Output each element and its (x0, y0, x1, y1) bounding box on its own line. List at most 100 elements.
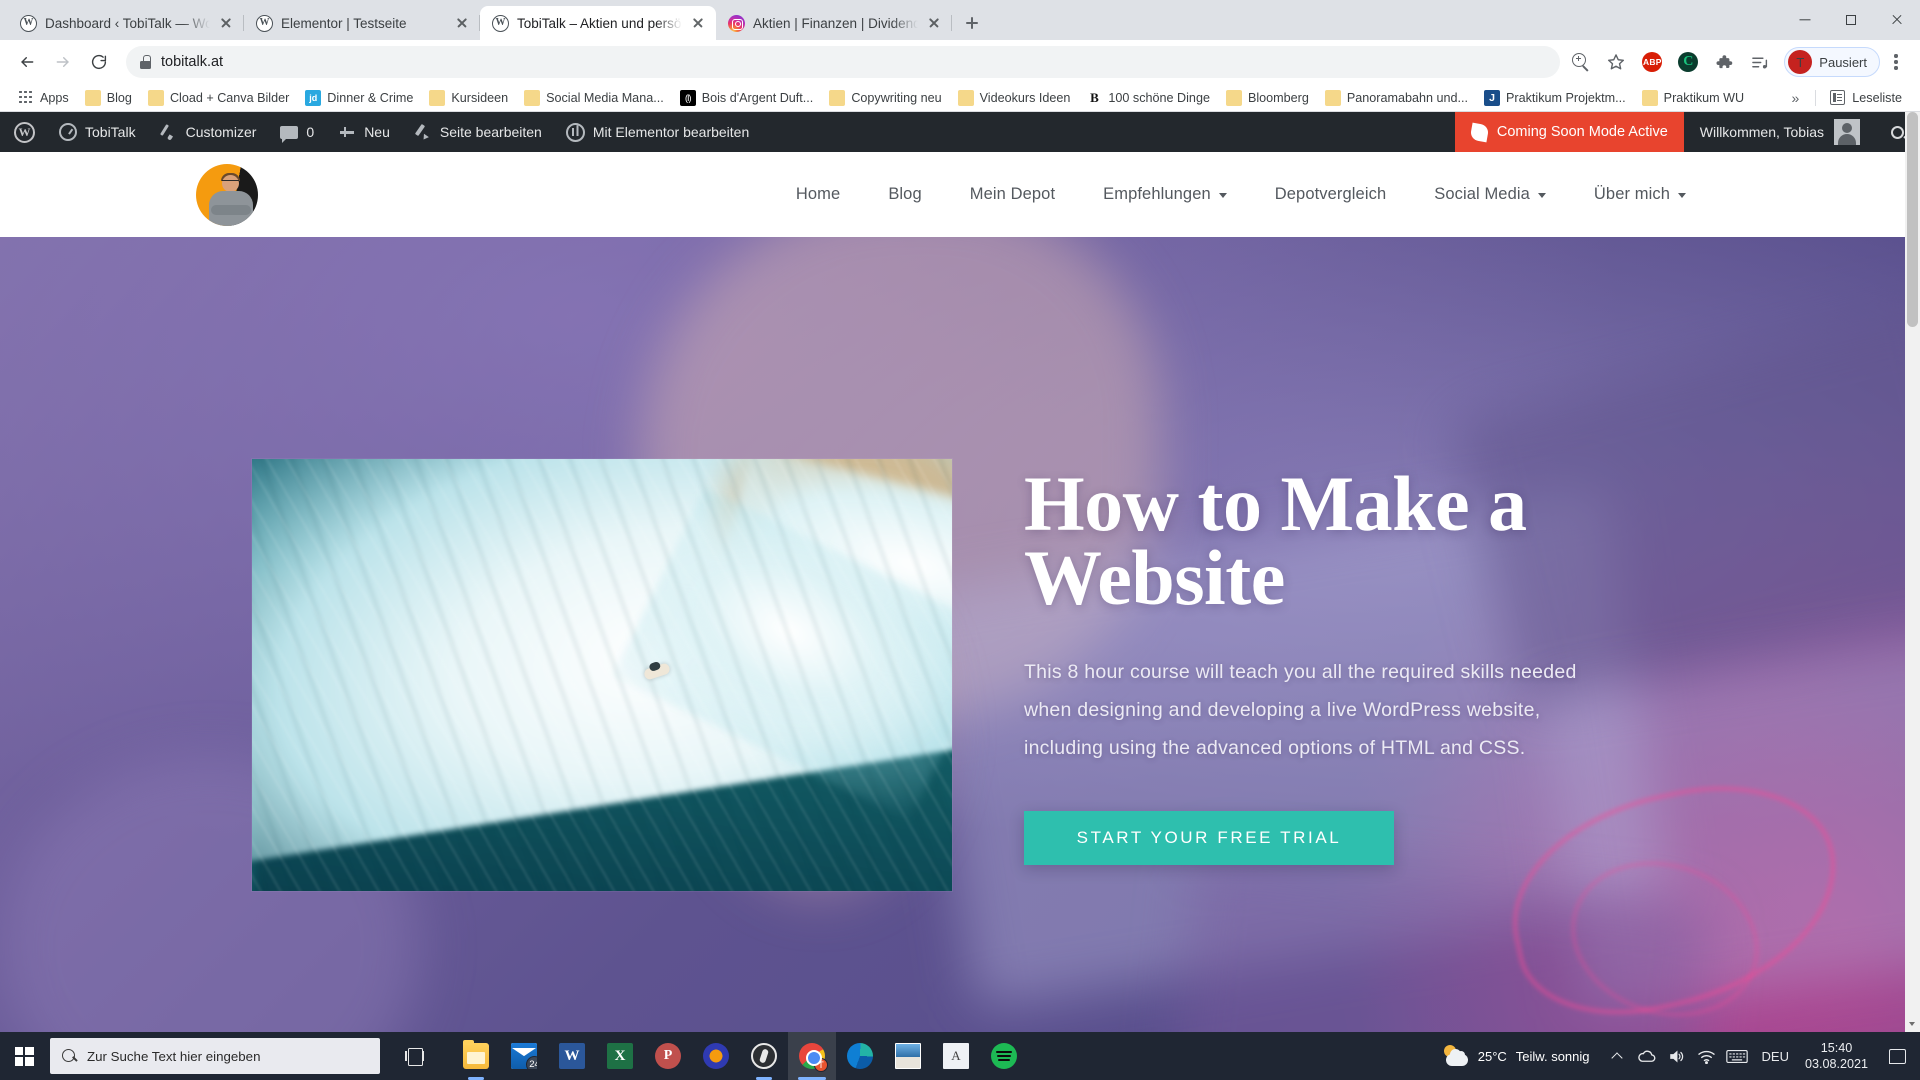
wp-account-menu[interactable]: Willkommen, Tobias (1684, 112, 1874, 152)
hero-paragraph: This 8 hour course will teach you all th… (1024, 661, 1577, 759)
restore-button[interactable] (1828, 0, 1874, 40)
coming-soon-badge[interactable]: Coming Soon Mode Active (1454, 112, 1684, 152)
black-square-icon (679, 89, 696, 106)
language-indicator[interactable]: DEU (1752, 1032, 1799, 1080)
adblock-plus-icon[interactable] (1636, 46, 1668, 78)
bookmark-apps[interactable]: Apps (10, 87, 77, 109)
wp-edit-with-elementor[interactable]: Mit Elementor bearbeiten (554, 112, 761, 152)
taskbar-app-word[interactable]: W (548, 1032, 596, 1080)
close-icon[interactable] (454, 15, 470, 31)
address-bar[interactable]: tobitalk.at (126, 46, 1561, 78)
start-free-trial-button[interactable]: START YOUR FREE TRIAL (1024, 811, 1394, 865)
bookmark-item[interactable]: Kursideen (421, 87, 516, 109)
nav-item-empfehlungen[interactable]: Empfehlungen (1079, 185, 1251, 204)
reading-list-button[interactable]: Leseliste (1822, 87, 1910, 108)
chrome-menu-icon[interactable] (1882, 46, 1910, 78)
page-scrollbar[interactable] (1905, 112, 1920, 1032)
powerpoint-icon: P (655, 1043, 681, 1069)
wp-edit-page[interactable]: Seite bearbeiten (402, 112, 554, 152)
back-button[interactable] (10, 45, 44, 79)
close-icon[interactable] (218, 15, 234, 31)
nav-item-ueber-mich[interactable]: Über mich (1570, 185, 1710, 204)
reading-list-icon[interactable] (1744, 46, 1776, 78)
extensions-puzzle-icon[interactable] (1708, 46, 1740, 78)
windows-logo-icon (14, 1046, 34, 1066)
zoom-icon[interactable] (1564, 46, 1596, 78)
hero-text-block: How to Make a Website This 8 hour course… (1024, 459, 1664, 865)
start-button[interactable] (0, 1032, 48, 1080)
bookmarks-overflow-button[interactable]: » (1781, 87, 1809, 109)
folder-icon (524, 89, 541, 106)
close-icon[interactable] (690, 15, 706, 31)
weather-widget[interactable]: 25°C Teilw. sonnig (1431, 1045, 1602, 1067)
bookmark-item[interactable]: Social Media Mana... (516, 87, 672, 109)
volume-icon[interactable] (1662, 1032, 1692, 1080)
taskbar-app-powerpoint[interactable]: P (644, 1032, 692, 1080)
bookmark-item[interactable]: Praktikum WU (1634, 87, 1752, 109)
bookmark-item[interactable]: 100 schöne Dinge (1078, 87, 1218, 109)
taskbar-app-photos[interactable] (884, 1032, 932, 1080)
site-header: Home Blog Mein Depot Empfehlungen Depotv… (0, 152, 1920, 237)
profile-button[interactable]: T Pausiert (1784, 47, 1880, 77)
bookmark-item[interactable]: Dinner & Crime (297, 87, 421, 109)
new-tab-button[interactable] (958, 9, 986, 37)
taskbar-search-input[interactable]: Zur Suche Text hier eingeben (50, 1038, 380, 1074)
ghostery-icon[interactable] (1672, 46, 1704, 78)
folder-icon (1225, 89, 1242, 106)
taskbar-app-mail[interactable]: 24 (500, 1032, 548, 1080)
bookmark-item[interactable]: Blog (77, 87, 140, 109)
wifi-icon[interactable] (1692, 1032, 1722, 1080)
taskbar-app-excel[interactable]: X (596, 1032, 644, 1080)
site-logo[interactable] (196, 163, 258, 226)
browser-tab-active[interactable]: TobiTalk – Aktien und persönliche (480, 6, 716, 40)
reload-button[interactable] (82, 45, 116, 79)
bookmark-item[interactable]: Cload + Canva Bilder (140, 87, 297, 109)
taskbar-clock[interactable]: 15:40 03.08.2021 (1799, 1040, 1880, 1072)
bookmark-item[interactable]: Videokurs Ideen (950, 87, 1079, 109)
wp-item-label: Mit Elementor bearbeiten (592, 124, 750, 140)
taskbar-app-headset[interactable] (692, 1032, 740, 1080)
scroll-down-button[interactable] (1905, 1017, 1920, 1032)
jd-icon (305, 89, 322, 106)
taskbar-app-chrome[interactable]: T (788, 1032, 836, 1080)
onedrive-icon[interactable] (1632, 1032, 1662, 1080)
minimize-button[interactable] (1782, 0, 1828, 40)
lock-icon (140, 55, 151, 69)
browser-tab[interactable]: Dashboard ‹ TobiTalk — WordPre (8, 6, 244, 40)
task-view-button[interactable] (390, 1032, 438, 1080)
bookmark-item[interactable]: Bois d'Argent Duft... (672, 87, 822, 109)
nav-item-social-media[interactable]: Social Media (1410, 185, 1570, 204)
nav-item-home[interactable]: Home (772, 185, 864, 204)
taskbar-app-file-explorer[interactable] (452, 1032, 500, 1080)
close-window-button[interactable] (1874, 0, 1920, 40)
taskbar-app-edge[interactable] (836, 1032, 884, 1080)
bookmark-star-icon[interactable] (1600, 46, 1632, 78)
taskbar-app-obs[interactable] (740, 1032, 788, 1080)
nav-item-blog[interactable]: Blog (864, 185, 945, 204)
wp-admin-bar-right: Coming Soon Mode Active Willkommen, Tobi… (1454, 112, 1920, 152)
action-center-button[interactable] (1880, 1032, 1914, 1080)
browser-tab[interactable]: Elementor | Testseite (244, 6, 480, 40)
wp-logo-menu[interactable] (0, 112, 47, 152)
bookmarks-overflow: » Leseliste (1781, 87, 1910, 109)
bookmark-item[interactable]: Panoramabahn und... (1317, 87, 1476, 109)
bookmark-item[interactable]: Bloomberg (1218, 87, 1317, 109)
wp-comments[interactable]: 0 (268, 112, 326, 152)
taskbar-app-acrobat[interactable] (932, 1032, 980, 1080)
close-icon[interactable] (926, 15, 942, 31)
keyboard-icon[interactable] (1722, 1032, 1752, 1080)
nav-label: Über mich (1593, 185, 1670, 203)
wp-customizer[interactable]: Customizer (148, 112, 269, 152)
chevron-up-icon[interactable] (1602, 1032, 1632, 1080)
forward-button[interactable] (46, 45, 80, 79)
browser-tab[interactable]: Aktien | Finanzen | Dividende (@ (716, 6, 952, 40)
bookmark-item[interactable]: Copywriting neu (821, 87, 949, 109)
wp-new[interactable]: Neu (326, 112, 402, 152)
reading-list-label: Leseliste (1852, 90, 1902, 105)
nav-item-mein-depot[interactable]: Mein Depot (946, 185, 1079, 204)
bookmark-item[interactable]: Praktikum Projektm... (1476, 87, 1634, 109)
taskbar-app-spotify[interactable] (980, 1032, 1028, 1080)
nav-item-depotvergleich[interactable]: Depotvergleich (1251, 185, 1410, 204)
scrollbar-thumb[interactable] (1907, 112, 1918, 327)
wp-site-name[interactable]: TobiTalk (47, 112, 148, 152)
